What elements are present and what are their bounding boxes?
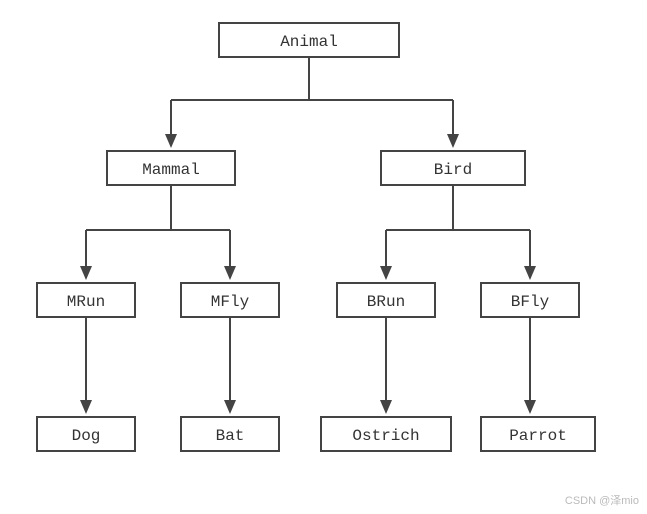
node-bat: Bat	[180, 416, 280, 452]
node-dog: Dog	[36, 416, 136, 452]
node-mammal: Mammal	[106, 150, 236, 186]
node-brun: BRun	[336, 282, 436, 318]
node-ostrich: Ostrich	[320, 416, 452, 452]
node-parrot: Parrot	[480, 416, 596, 452]
node-bfly: BFly	[480, 282, 580, 318]
node-bird: Bird	[380, 150, 526, 186]
node-mrun: MRun	[36, 282, 136, 318]
node-animal: Animal	[218, 22, 400, 58]
node-mfly: MFly	[180, 282, 280, 318]
watermark-text: CSDN @泽mio	[565, 492, 639, 508]
